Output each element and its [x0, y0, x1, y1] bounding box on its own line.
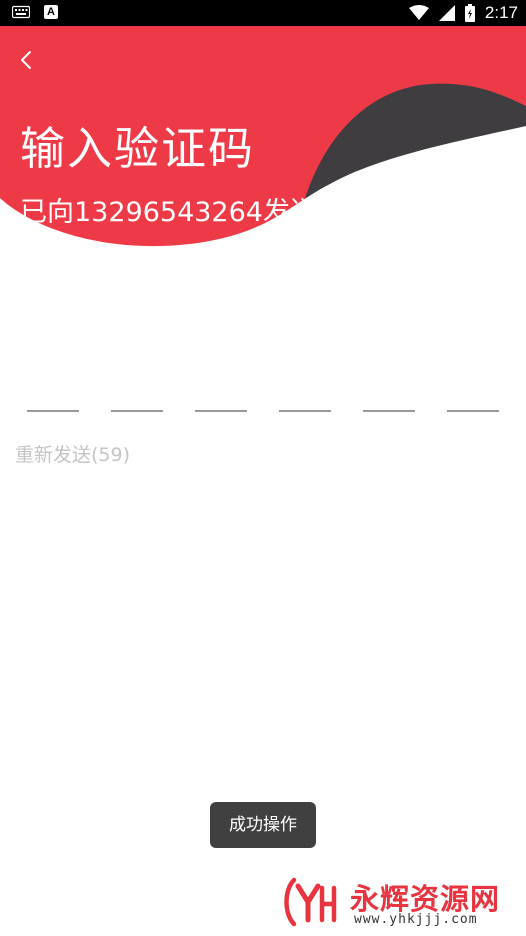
wifi-icon [408, 5, 429, 20]
resend-countdown-button[interactable]: 重新发送(59) [15, 440, 130, 467]
keyboard-icon [12, 5, 30, 19]
status-bar: A 2:17 [0, 0, 526, 26]
signal-icon [438, 5, 455, 21]
page-title: 输入验证码 [20, 122, 256, 175]
status-time: 2:17 [484, 3, 518, 22]
code-digit-4[interactable] [279, 378, 331, 412]
code-digit-3[interactable] [195, 378, 247, 412]
code-digit-1[interactable] [27, 378, 79, 412]
verification-code-input[interactable] [27, 378, 499, 412]
a-app-icon: A [44, 5, 58, 19]
code-digit-2[interactable] [111, 378, 163, 412]
verification-screen: A 2:17 已向13296543264发送验证码 输入验证码 重新发送(59)… [0, 0, 526, 936]
status-left-icons: A [12, 5, 58, 19]
toast-message: 成功操作 [210, 802, 316, 848]
back-arrow-icon[interactable] [12, 44, 44, 76]
yh-logo-icon [284, 877, 337, 927]
status-right-icons: 2:17 [408, 3, 518, 23]
subtitle: 已向13296543264发送验证码 [20, 197, 398, 228]
code-digit-5[interactable] [363, 378, 415, 412]
code-digit-6[interactable] [447, 378, 499, 412]
battery-icon [464, 4, 475, 22]
watermark: 永辉资源网 www.yhkjjj.com [280, 874, 520, 930]
watermark-url: www.yhkjjj.com [354, 912, 478, 927]
